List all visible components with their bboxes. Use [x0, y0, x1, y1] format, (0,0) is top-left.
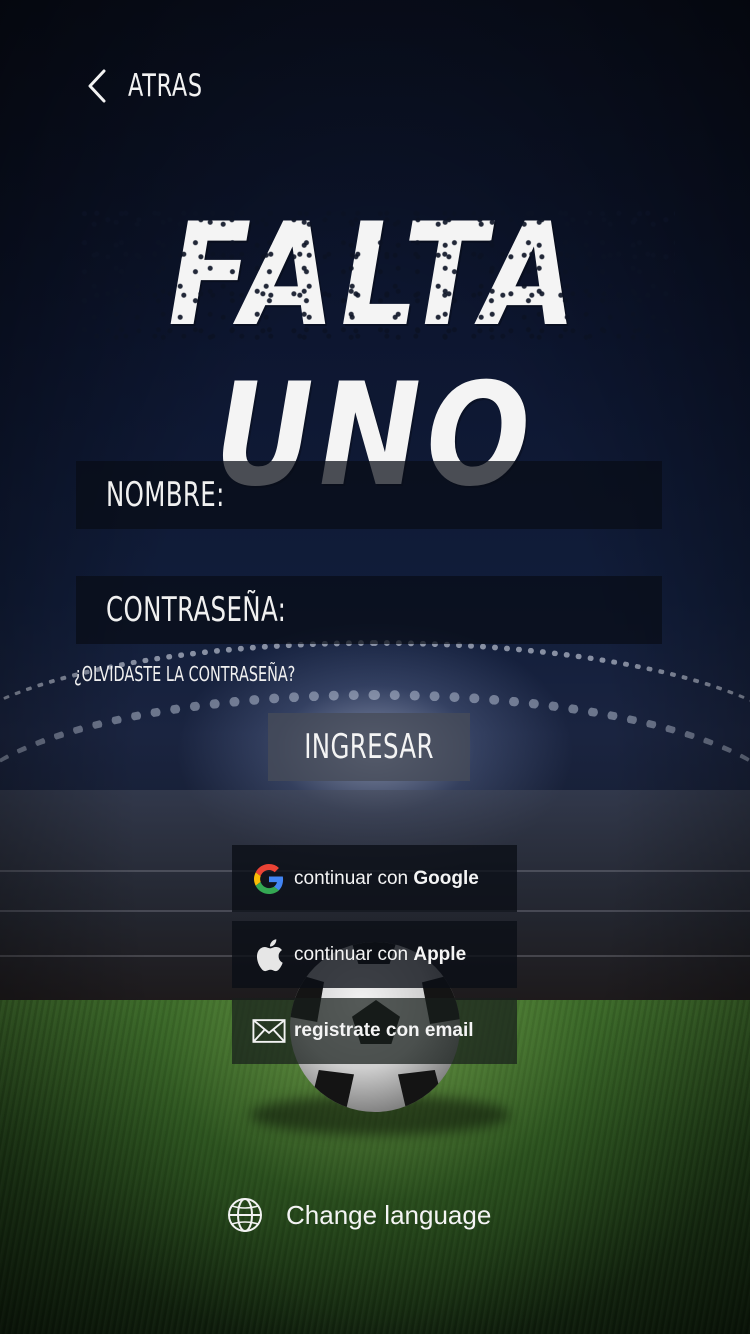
back-label: ATRAS [128, 68, 203, 104]
email-register-label: registrate con email [294, 1020, 474, 1041]
login-button[interactable]: INGRESAR [268, 713, 470, 781]
back-button[interactable]: ATRAS [86, 66, 232, 106]
google-icon [252, 862, 286, 896]
google-login-button[interactable]: continuar con Google [232, 845, 517, 912]
name-label: NOMBRE: [106, 475, 225, 515]
email-register-button[interactable]: registrate con email [232, 998, 517, 1064]
password-field[interactable]: CONTRASEÑA: [76, 576, 662, 644]
chevron-left-icon [88, 69, 106, 103]
change-language-label: Change language [286, 1199, 492, 1230]
apple-login-provider: Apple [413, 943, 467, 965]
apple-icon [252, 938, 286, 972]
google-login-prefix: continuar con [294, 867, 414, 889]
envelope-icon [252, 1014, 286, 1048]
globe-icon [228, 1198, 262, 1232]
password-label: CONTRASEÑA: [106, 590, 287, 630]
google-login-provider: Google [413, 867, 479, 889]
password-input[interactable] [376, 586, 642, 634]
change-language-button[interactable]: Change language [226, 1196, 491, 1234]
forgot-password-link[interactable]: ¿OLVIDASTE LA CONTRASEÑA? [74, 662, 295, 686]
apple-login-prefix: continuar con [294, 943, 414, 965]
apple-login-button[interactable]: continuar con Apple [232, 921, 517, 988]
name-input[interactable] [306, 471, 642, 519]
login-button-label: INGRESAR [304, 727, 434, 767]
name-field[interactable]: NOMBRE: [76, 461, 662, 529]
